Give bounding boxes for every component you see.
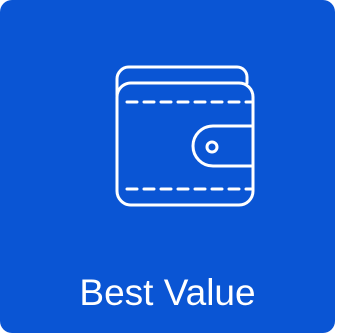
wallet-icon bbox=[115, 65, 255, 207]
tile-label: Best Value bbox=[79, 272, 256, 313]
best-value-tile[interactable]: Best Value bbox=[0, 0, 335, 333]
